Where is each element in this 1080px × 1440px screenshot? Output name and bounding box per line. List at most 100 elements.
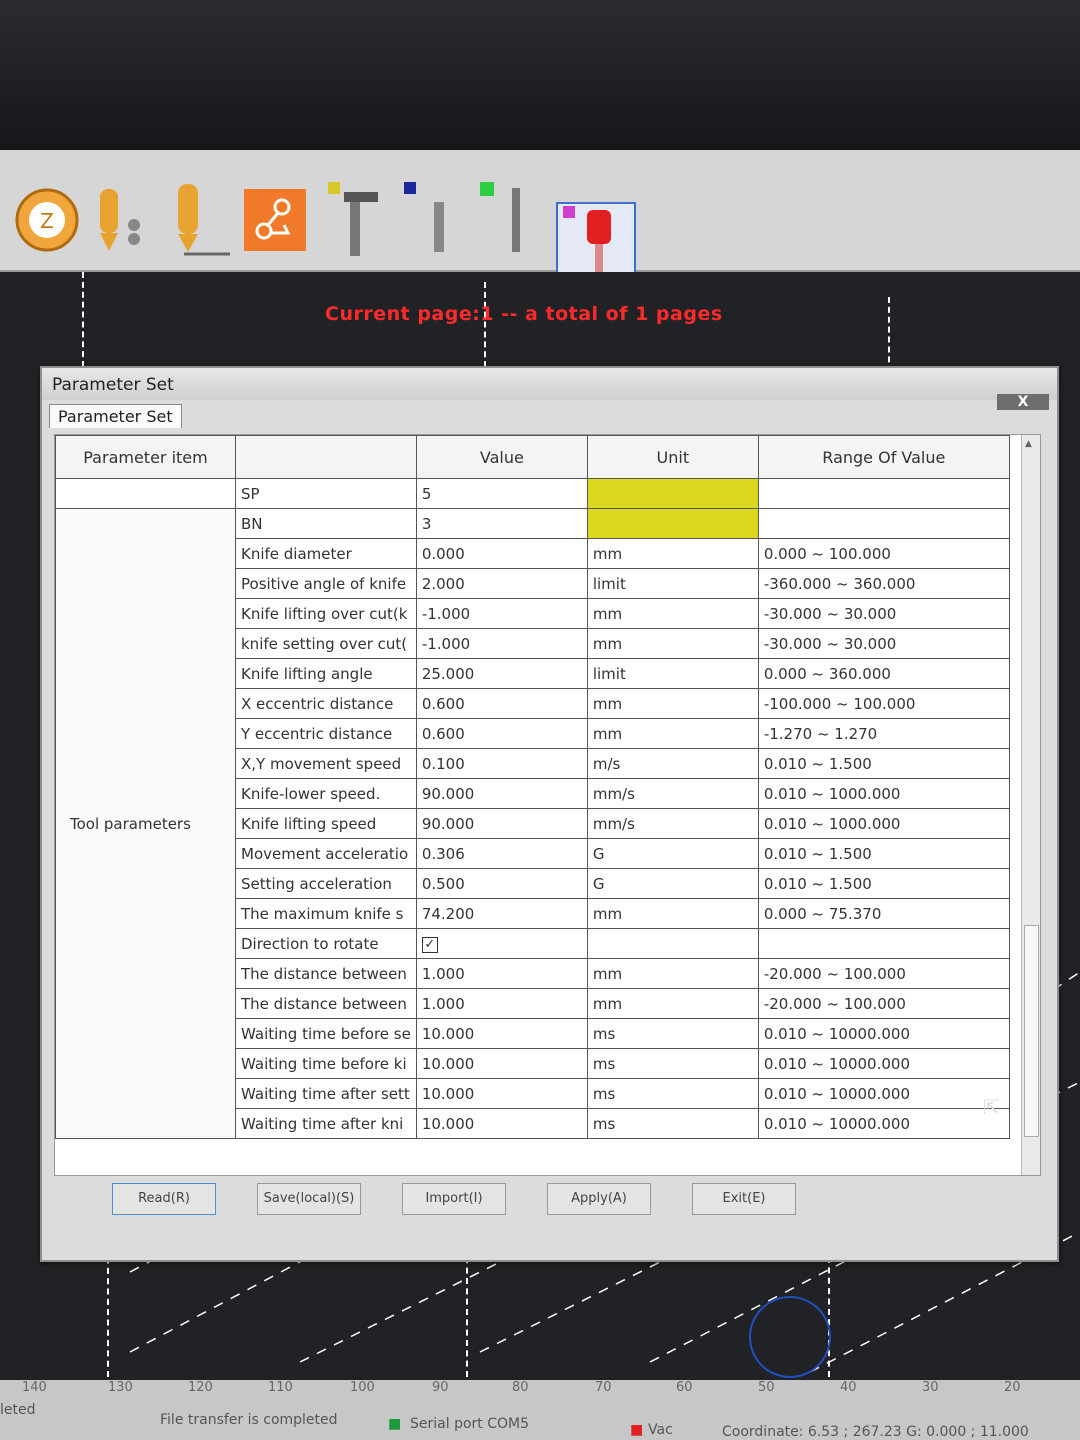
ruler-tick: 130 (108, 1380, 133, 1395)
param-range: -360.000 ~ 360.000 (757, 568, 1010, 599)
knife-tool-icon[interactable] (162, 180, 232, 260)
param-unit: mm (586, 988, 759, 1019)
import-button[interactable]: Import(I) (402, 1183, 506, 1215)
param-value[interactable]: 90.000 (415, 808, 588, 839)
param-range: -30.000 ~ 30.000 (757, 598, 1010, 629)
status-vac: Vac (648, 1422, 673, 1438)
scrollbar-thumb[interactable] (1024, 925, 1039, 1137)
save-local-button[interactable]: Save(local)(S) (257, 1183, 361, 1215)
param-name: Movement acceleratio (235, 838, 417, 869)
param-value[interactable]: 10.000 (415, 1078, 588, 1109)
param-unit: G (586, 868, 759, 899)
param-range (757, 928, 1010, 959)
mouse-cursor-icon: ⇱ (983, 1095, 1000, 1119)
param-value[interactable]: 90.000 (415, 778, 588, 809)
param-name: Waiting time after sett (235, 1078, 417, 1109)
parameter-set-dialog: Parameter Set X Parameter Set Parameter … (40, 366, 1059, 1262)
group-label: Tool parameters (55, 508, 236, 1139)
param-name: Knife-lower speed. (235, 778, 417, 809)
param-unit: m/s (586, 748, 759, 779)
page-info: Current page:1 -- a total of 1 pages (325, 303, 723, 325)
param-range: 0.000 ~ 100.000 (757, 538, 1010, 569)
status-coordinate: Coordinate: 6.53 ; 267.23 G: 0.000 ; 11.… (722, 1424, 1029, 1440)
param-unit: mm/s (586, 778, 759, 809)
param-value[interactable]: 0.500 (415, 868, 588, 899)
param-value[interactable]: 0.306 (415, 838, 588, 869)
direction-checkbox[interactable]: ✓ (421, 937, 438, 953)
ruler-tick: 50 (758, 1380, 775, 1395)
param-value[interactable]: 10.000 (415, 1048, 588, 1079)
ruler-tick: 110 (268, 1380, 293, 1395)
column-header-range: Range Of Value (757, 435, 1010, 479)
param-name: Y eccentric distance (235, 718, 417, 749)
param-unit: G (586, 838, 759, 869)
status-serial: Serial port COM5 (410, 1416, 529, 1432)
param-range (757, 478, 1010, 509)
param-range: 0.000 ~ 75.370 (757, 898, 1010, 929)
table-row: SP 5 (55, 478, 1010, 509)
ruler-tick: 20 (1004, 1380, 1021, 1395)
param-unit (586, 928, 759, 959)
pen-small-icon[interactable] (404, 180, 454, 260)
vertical-scrollbar[interactable]: ▲ (1021, 435, 1040, 1175)
exit-button[interactable]: Exit(E) (692, 1183, 796, 1215)
param-value[interactable]: -1.000 (415, 598, 588, 629)
param-value[interactable]: 1.000 (415, 988, 588, 1019)
close-button[interactable]: X (997, 394, 1049, 410)
param-name: The distance between (235, 958, 417, 989)
ruler-tick: 120 (188, 1380, 213, 1395)
param-name: Waiting time before se (235, 1018, 417, 1049)
tab-parameter-set[interactable]: Parameter Set (49, 404, 182, 428)
param-value[interactable]: 10.000 (415, 1018, 588, 1049)
param-value[interactable]: 2.000 (415, 568, 588, 599)
param-name: Waiting time before ki (235, 1048, 417, 1079)
param-range: 0.010 ~ 10000.000 (757, 1078, 1010, 1109)
param-range: -30.000 ~ 30.000 (757, 628, 1010, 659)
param-value[interactable]: 0.600 (415, 688, 588, 719)
param-range: 0.000 ~ 360.000 (757, 658, 1010, 689)
param-value[interactable]: 0.600 (415, 718, 588, 749)
param-unit: limit (586, 658, 759, 689)
param-value[interactable]: 3 (415, 508, 588, 539)
param-name: knife setting over cut( (235, 628, 417, 659)
z-origin-icon[interactable]: Z (12, 180, 82, 260)
param-value[interactable]: 0.000 (415, 538, 588, 569)
param-value[interactable]: 25.000 (415, 658, 588, 689)
monitor-bezel (0, 0, 1080, 150)
table-row: Tool parameters BN 3 (55, 508, 1010, 1139)
scroll-up-arrow-icon[interactable]: ▲ (1025, 439, 1032, 449)
hammer-tool-icon[interactable] (328, 180, 388, 260)
param-name: X eccentric distance (235, 688, 417, 719)
param-value[interactable]: -1.000 (415, 628, 588, 659)
param-unit: mm (586, 718, 759, 749)
param-range: 0.010 ~ 1.500 (757, 868, 1010, 899)
param-range: 0.010 ~ 10000.000 (757, 1048, 1010, 1079)
param-name: The distance between (235, 988, 417, 1019)
param-name: Setting acceleration (235, 868, 417, 899)
column-header-item: Parameter item (55, 435, 236, 479)
param-name: Direction to rotate (235, 928, 417, 959)
route-icon[interactable] (244, 180, 306, 260)
dialog-titlebar[interactable]: Parameter Set (42, 368, 1057, 400)
pen-tool-icon[interactable] (92, 180, 152, 260)
param-unit (586, 508, 759, 539)
param-unit: mm (586, 958, 759, 989)
status-left-text: leted (0, 1402, 36, 1418)
blade-icon[interactable] (478, 180, 528, 260)
ruler-tick: 100 (350, 1380, 375, 1395)
param-value[interactable]: 10.000 (415, 1108, 588, 1139)
param-value[interactable]: 0.100 (415, 748, 588, 779)
param-value[interactable]: 5 (415, 478, 588, 509)
param-value[interactable]: 74.200 (415, 898, 588, 929)
param-value[interactable]: 1.000 (415, 958, 588, 989)
param-range: -20.000 ~ 100.000 (757, 958, 1010, 989)
apply-button[interactable]: Apply(A) (547, 1183, 651, 1215)
param-unit: ms (586, 1048, 759, 1079)
param-value[interactable]: ✓ (415, 928, 588, 959)
read-button[interactable]: Read(R) (112, 1183, 216, 1215)
ruler-tick: 140 (22, 1380, 47, 1395)
param-range: 0.010 ~ 1.500 (757, 838, 1010, 869)
param-name: Knife lifting speed (235, 808, 417, 839)
param-name: SP (235, 478, 417, 509)
param-name: The maximum knife s (235, 898, 417, 929)
